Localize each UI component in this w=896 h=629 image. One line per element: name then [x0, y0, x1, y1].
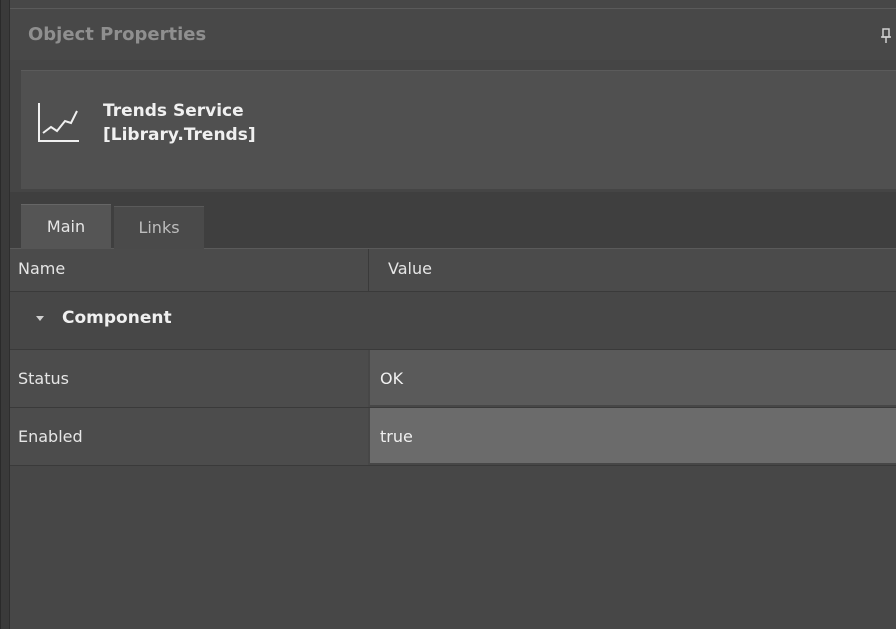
property-name: Enabled [18, 427, 83, 446]
pin-icon[interactable] [879, 27, 893, 45]
property-name-cell: Enabled [10, 408, 368, 465]
tab-strip: Main Links [10, 192, 896, 249]
object-properties-panel: Object Properties Trends Service [Librar… [0, 0, 896, 629]
object-name: Trends Service [103, 101, 244, 121]
panel-edge [1, 0, 10, 629]
property-value-cell[interactable]: OK [370, 350, 896, 405]
object-header: Trends Service [Library.Trends] [10, 60, 896, 192]
property-value: OK [380, 369, 404, 388]
column-header-value[interactable]: Value [380, 249, 432, 291]
object-type: [Library.Trends] [103, 125, 256, 145]
chevron-down-icon[interactable] [34, 312, 46, 324]
grid-header: Name Value [10, 249, 896, 292]
panel-title: Object Properties [28, 24, 207, 45]
property-value-cell[interactable]: true [370, 408, 896, 463]
group-label: Component [62, 308, 172, 328]
tab-main[interactable]: Main [21, 204, 111, 249]
panel-titlebar: Object Properties [10, 8, 896, 61]
object-title: Trends Service [Library.Trends] [103, 99, 256, 147]
property-row-enabled[interactable]: Enabled true [10, 407, 896, 466]
property-name-cell: Status [10, 350, 368, 407]
property-row-status[interactable]: Status OK [10, 349, 896, 407]
group-row-component[interactable]: Component [10, 292, 896, 349]
property-value: true [380, 427, 413, 446]
column-divider[interactable] [368, 249, 369, 291]
column-header-name[interactable]: Name [18, 249, 65, 291]
property-grid: Name Value Component Status OK Enabled t… [10, 249, 896, 629]
property-name: Status [18, 369, 69, 388]
tab-links[interactable]: Links [114, 206, 204, 249]
trend-chart-icon [38, 103, 79, 142]
object-header-inner: Trends Service [Library.Trends] [21, 70, 896, 189]
